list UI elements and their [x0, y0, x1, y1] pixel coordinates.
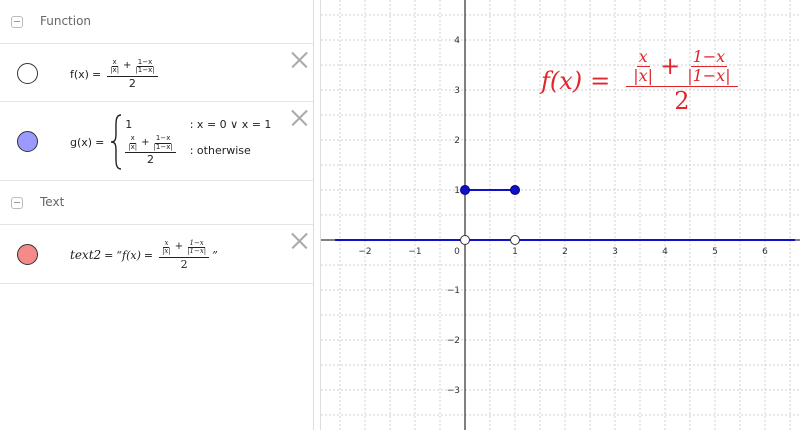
visibility-marble-text2[interactable]	[17, 244, 38, 265]
x-tick-label: 5	[712, 247, 718, 257]
group-label-text: Text	[40, 195, 65, 209]
text2-lhs: text2	[70, 248, 102, 262]
f-fraction: x |x| + 1−x |1−x| 2	[107, 58, 158, 90]
y-tick-label: 3	[454, 86, 460, 96]
close-icon[interactable]	[291, 233, 307, 249]
view-divider[interactable]	[313, 0, 321, 430]
y-tick-label: −1	[447, 286, 460, 296]
definition-g[interactable]: g(x) = 1 : x = 0 ∨ x = 1 x |x| + 1−x |1−x|…	[70, 112, 271, 172]
collapse-icon[interactable]	[11, 197, 23, 209]
f-lhs: f(x)	[70, 67, 89, 81]
visibility-marble-f[interactable]	[17, 63, 38, 84]
text2-fraction: x |x| + 1−x |1−x| 2	[159, 239, 210, 271]
group-header-function[interactable]: Function	[0, 0, 313, 44]
y-tick-label: 2	[454, 136, 460, 146]
g-case2-fraction: x |x| + 1−x |1−x| 2	[125, 134, 176, 166]
x-tick-label: −1	[408, 247, 421, 257]
algebra-item-f[interactable]: f(x) = x |x| + 1−x |1−x| 2	[0, 44, 313, 102]
y-tick-label: −2	[447, 336, 460, 346]
filled-point	[510, 185, 520, 195]
filled-point	[460, 185, 470, 195]
brace-icon	[111, 114, 122, 170]
collapse-icon[interactable]	[11, 16, 23, 28]
algebra-view: Function f(x) = x |x| + 1−x |1−x| 2 g(x) =	[0, 0, 313, 430]
x-tick-label: 1	[512, 247, 518, 257]
definition-f[interactable]: f(x) = x |x| + 1−x |1−x| 2	[70, 58, 161, 90]
algebra-item-g[interactable]: g(x) = 1 : x = 0 ∨ x = 1 x |x| + 1−x |1−x|…	[0, 102, 313, 181]
x-tick-label: 0	[454, 247, 460, 257]
close-icon[interactable]	[291, 110, 307, 126]
close-icon[interactable]	[291, 52, 307, 68]
g-case1-condition: : x = 0 ∨ x = 1	[189, 118, 272, 132]
group-header-text[interactable]: Text	[0, 181, 313, 225]
g-case1-value: 1	[125, 118, 133, 132]
x-tick-label: 2	[562, 247, 568, 257]
y-tick-label: 1	[454, 186, 460, 196]
group-label-function: Function	[40, 14, 92, 28]
visibility-marble-g[interactable]	[17, 131, 38, 152]
algebra-item-text2[interactable]: text2 = “ f(x) = x |x| + 1−x |1−x| 2 ”	[0, 225, 313, 284]
x-tick-label: −2	[358, 247, 371, 257]
y-tick-label: 4	[454, 36, 460, 46]
definition-text2[interactable]: text2 = “ f(x) = x |x| + 1−x |1−x| 2 ”	[70, 237, 218, 273]
g-case2-condition: : otherwise	[189, 143, 251, 157]
x-tick-label: 3	[612, 247, 618, 257]
text2-on-graph[interactable]: f(x) = x |x| + 1−x |1−x| 2	[541, 48, 738, 113]
x-tick-label: 6	[762, 247, 768, 257]
g-lhs: g(x)	[70, 135, 93, 149]
x-tick-label: 4	[662, 247, 668, 257]
open-point	[460, 235, 470, 245]
open-point	[510, 235, 520, 245]
y-tick-label: −3	[447, 386, 460, 396]
